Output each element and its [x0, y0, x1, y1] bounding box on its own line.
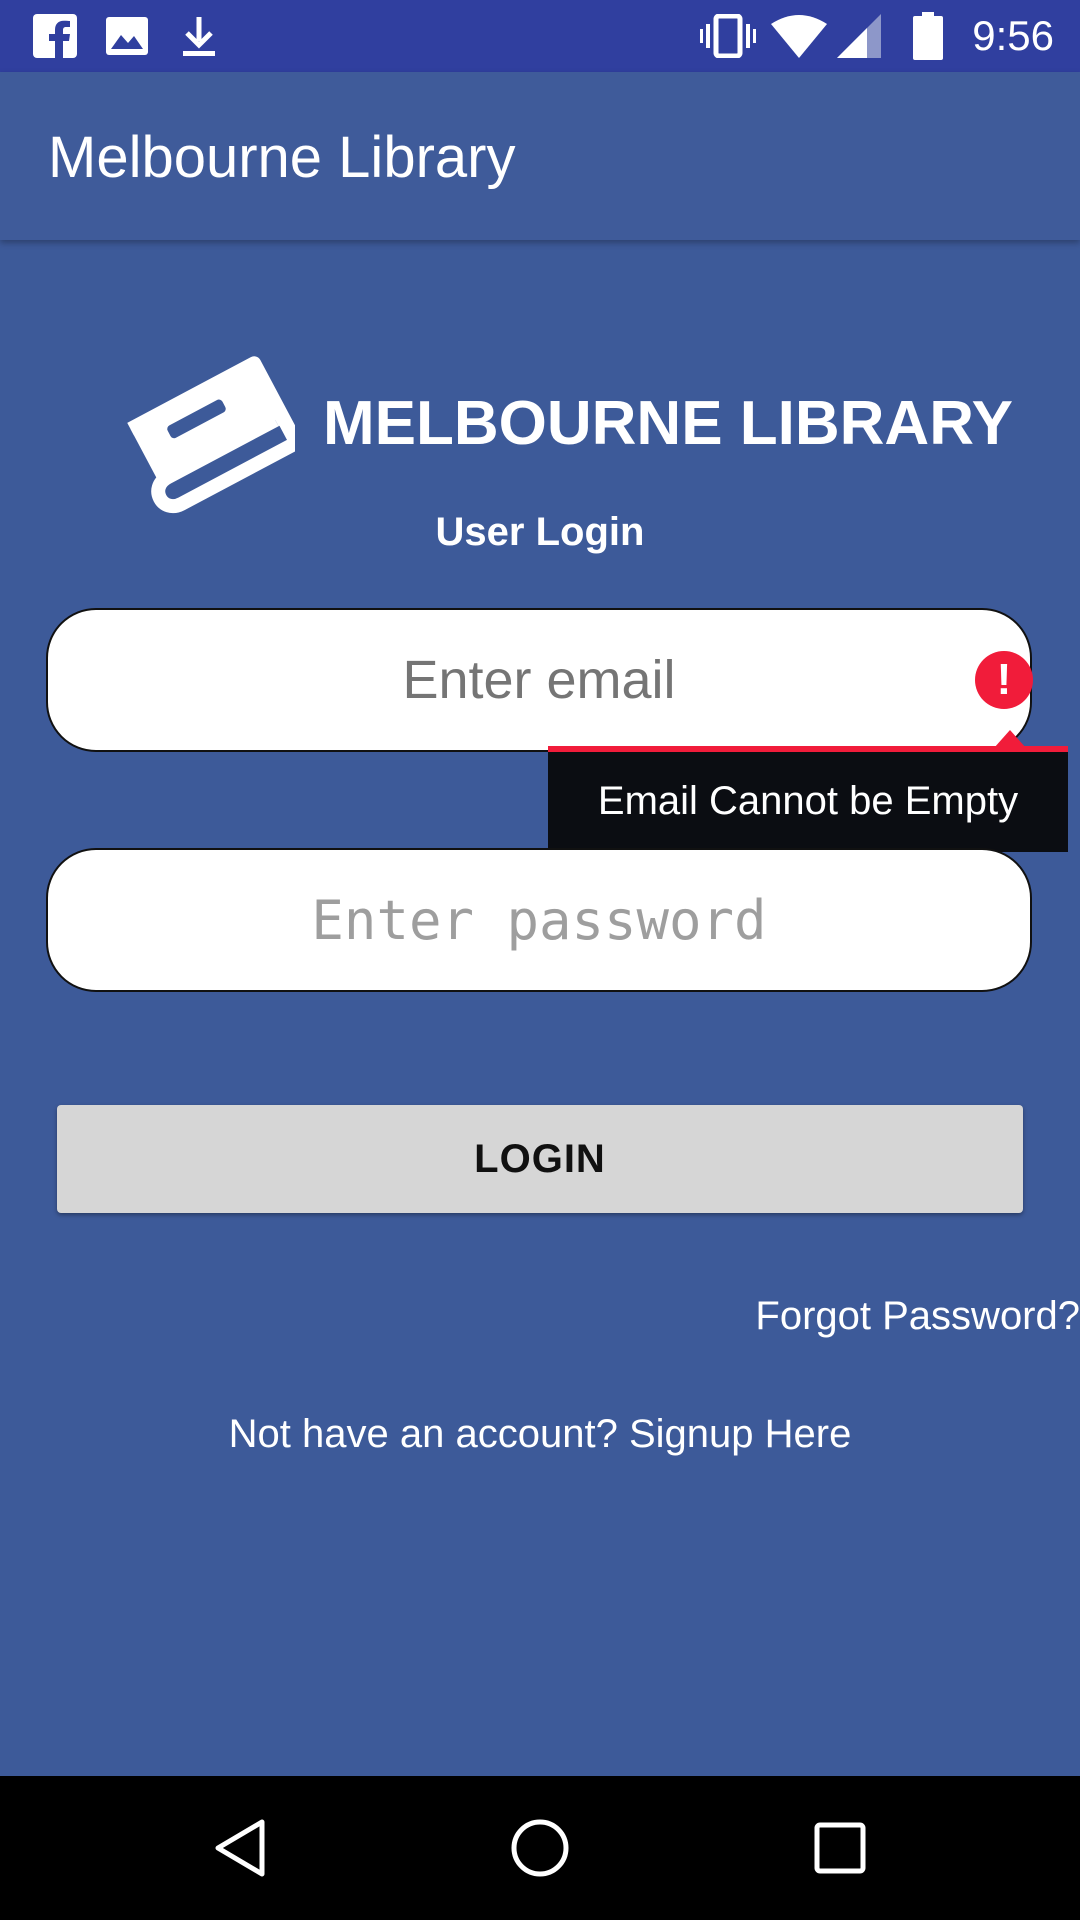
recents-icon[interactable]: [760, 1776, 920, 1920]
app-bar: Melbourne Library: [0, 72, 1080, 240]
navigation-bar: [0, 1776, 1080, 1920]
status-time: 9:56: [972, 12, 1054, 59]
facebook-icon: [30, 0, 80, 72]
signup-link[interactable]: Not have an account? Signup Here: [0, 1412, 1080, 1457]
error-icon: !: [975, 651, 1033, 709]
signal-icon: [834, 0, 884, 72]
brand-title: MELBOURNE LIBRARY: [323, 389, 1014, 458]
status-bar: 9:56: [0, 0, 1080, 72]
login-subtitle: User Login: [435, 510, 645, 554]
email-input[interactable]: [46, 608, 1032, 752]
wifi-icon: [768, 0, 830, 72]
login-button[interactable]: LOGIN: [57, 1105, 1023, 1213]
battery-icon: [908, 0, 948, 72]
home-icon[interactable]: [460, 1776, 620, 1920]
book-icon: [115, 355, 304, 525]
forgot-password-link[interactable]: Forgot Password?: [755, 1294, 1080, 1339]
error-tooltip: Email Cannot be Empty: [548, 746, 1068, 852]
vibrate-icon: [698, 0, 758, 72]
password-input[interactable]: [46, 848, 1032, 992]
back-icon[interactable]: [160, 1776, 320, 1920]
app-title: Melbourne Library: [48, 125, 516, 190]
image-icon: [102, 0, 152, 72]
download-icon: [174, 0, 224, 72]
